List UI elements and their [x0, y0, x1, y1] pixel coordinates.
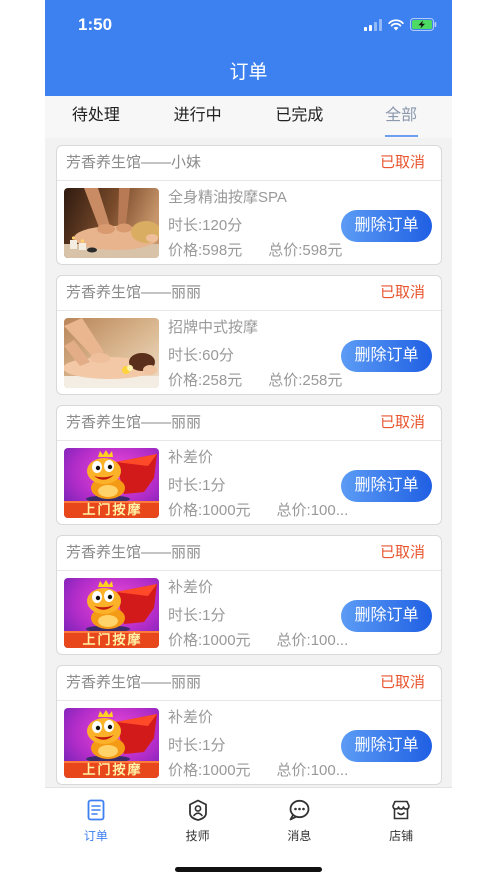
service-duration: 时长:1分: [168, 737, 226, 754]
service-name: 补差价: [168, 709, 214, 726]
tab-pending[interactable]: 待处理: [45, 96, 147, 138]
technician-icon: [187, 799, 209, 821]
home-massage-mascot-logo: 上门按摩: [64, 448, 159, 518]
service-duration: 时长:120分: [168, 217, 243, 234]
unit-price: 价格:598元: [168, 242, 243, 259]
page-title: 订单: [229, 62, 268, 83]
unit-price: 价格:1000元: [168, 762, 251, 779]
tab-underline: [385, 135, 419, 137]
tab-label: 待处理: [71, 107, 120, 124]
status-time: 1:50: [78, 15, 113, 34]
delete-order-button[interactable]: 删除订单: [341, 470, 432, 502]
order-card[interactable]: 芳香养生馆——小妹 已取消 全身精油按摩SPA 时长:120分 价格:598元 …: [56, 145, 442, 265]
oil-massage-photo: [64, 188, 159, 258]
total-price: 总价:258元: [268, 372, 343, 389]
total-price: 总价:100...: [276, 632, 349, 649]
order-card[interactable]: 芳香养生馆——丽丽 已取消 上门按摩 补差价 时长:1分 价格:1000元 总价:…: [56, 535, 442, 655]
tab-all[interactable]: 全部: [350, 96, 452, 138]
order-status: 已取消: [379, 544, 425, 561]
delete-order-button[interactable]: 删除订单: [341, 340, 432, 372]
total-price: 总价:100...: [276, 762, 349, 779]
bottom-tab-orders[interactable]: 订单: [45, 788, 147, 883]
tab-label: 进行中: [173, 107, 222, 124]
navigation-bar: 订单: [45, 50, 452, 96]
order-status: 已取消: [379, 154, 425, 171]
home-indicator[interactable]: [175, 867, 322, 872]
logo-banner-text: 上门按摩: [82, 632, 142, 647]
shop-name: 芳香养生馆——丽丽: [66, 674, 202, 691]
total-price: 总价:598元: [268, 242, 343, 259]
service-name: 补差价: [168, 579, 214, 596]
order-card-header: 芳香养生馆——丽丽 已取消: [57, 666, 441, 701]
home-massage-mascot-logo: 上门按摩: [64, 578, 159, 648]
order-card[interactable]: 芳香养生馆——丽丽 已取消 上门按摩 补差价 时长:1分 价格:1000元 总价:…: [56, 405, 442, 525]
order-status: 已取消: [379, 674, 425, 691]
order-filter-tabs: 待处理 进行中 已完成 全部: [45, 96, 452, 138]
bottom-tab-label: 技师: [185, 829, 210, 843]
battery-charging-icon: [410, 18, 437, 31]
order-card[interactable]: 芳香养生馆——丽丽 已取消 招牌中式按摩 时长:60分 价格:258元 总价:2…: [56, 275, 442, 395]
unit-price: 价格:1000元: [168, 632, 251, 649]
total-price: 总价:100...: [276, 502, 349, 519]
order-card-header: 芳香养生馆——小妹 已取消: [57, 146, 441, 181]
logo-banner-text: 上门按摩: [82, 502, 142, 517]
delete-order-button[interactable]: 删除订单: [341, 730, 432, 762]
price-row: 价格:598元 总价:598元: [168, 242, 354, 260]
tab-label: 已完成: [275, 107, 324, 124]
wifi-icon: [388, 18, 404, 31]
bottom-tab-label: 订单: [83, 829, 108, 843]
delete-order-button[interactable]: 删除订单: [341, 210, 432, 242]
unit-price: 价格:1000元: [168, 502, 251, 519]
bottom-tab-label: 店铺: [389, 829, 414, 843]
order-list: 芳香养生馆——小妹 已取消 全身精油按摩SPA 时长:120分 价格:598元 …: [56, 145, 442, 785]
store-icon: [390, 799, 412, 821]
service-duration: 时长:1分: [168, 607, 226, 624]
order-card[interactable]: 芳香养生馆——丽丽 已取消 上门按摩 补差价 时长:1分 价格:1000元 总价:…: [56, 665, 442, 785]
shop-name: 芳香养生馆——丽丽: [66, 414, 202, 431]
message-icon: [288, 799, 310, 821]
status-bar: 1:50: [45, 0, 452, 50]
phone-screen: 1:50 订单 待处理 进行中 已完成 全部 芳香养生馆——小妹 已取消 全身精…: [45, 0, 452, 883]
order-card-header: 芳香养生馆——丽丽 已取消: [57, 406, 441, 441]
home-massage-mascot-logo: 上门按摩: [64, 708, 159, 778]
service-name: 补差价: [168, 449, 214, 466]
order-card-header: 芳香养生馆——丽丽 已取消: [57, 536, 441, 571]
service-duration: 时长:60分: [168, 347, 234, 364]
shop-name: 芳香养生馆——丽丽: [66, 544, 202, 561]
tab-completed[interactable]: 已完成: [249, 96, 351, 138]
delete-order-button[interactable]: 删除订单: [341, 600, 432, 632]
shop-name: 芳香养生馆——丽丽: [66, 284, 202, 301]
shop-name: 芳香养生馆——小妹: [66, 154, 202, 171]
status-icons: [364, 18, 437, 31]
order-card-header: 芳香养生馆——丽丽 已取消: [57, 276, 441, 311]
tab-label: 全部: [385, 107, 418, 124]
service-name: 全身精油按摩SPA: [168, 189, 287, 206]
chinese-massage-photo: [64, 318, 159, 388]
logo-banner-text: 上门按摩: [82, 762, 142, 777]
tab-in-progress[interactable]: 进行中: [147, 96, 249, 138]
service-duration: 时长:1分: [168, 477, 226, 494]
price-row: 价格:1000元 总价:100...: [168, 502, 354, 520]
price-row: 价格:1000元 总价:100...: [168, 632, 354, 650]
bottom-tab-store[interactable]: 店铺: [350, 788, 452, 883]
order-status: 已取消: [379, 414, 425, 431]
order-status: 已取消: [379, 284, 425, 301]
price-row: 价格:258元 总价:258元: [168, 372, 354, 390]
order-icon: [85, 799, 107, 821]
price-row: 价格:1000元 总价:100...: [168, 762, 354, 780]
signal-icon: [364, 18, 382, 31]
unit-price: 价格:258元: [168, 372, 243, 389]
bottom-tab-label: 消息: [287, 829, 312, 843]
service-name: 招牌中式按摩: [168, 319, 259, 336]
